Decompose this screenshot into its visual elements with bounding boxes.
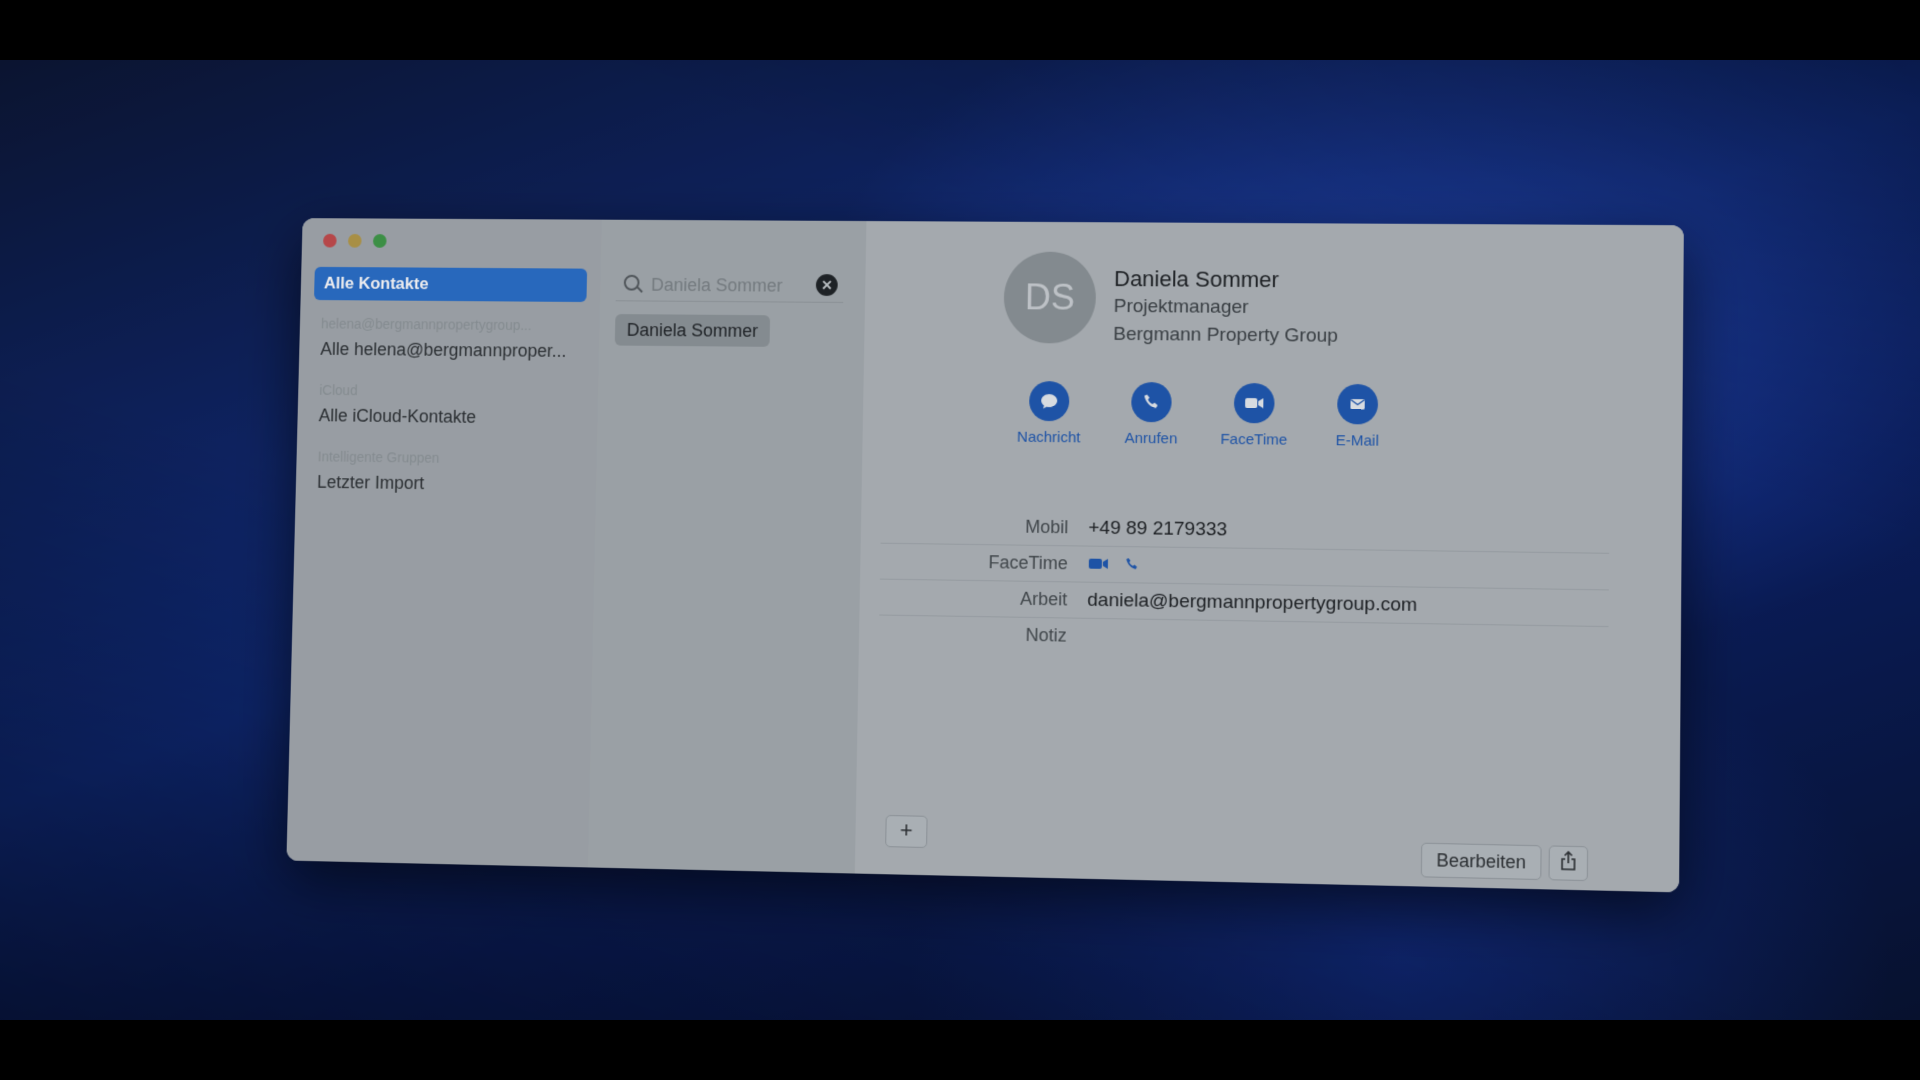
- sidebar-item-icloud-contacts[interactable]: Alle iCloud-Kontakte: [319, 406, 477, 428]
- message-action-label: Nachricht: [1004, 429, 1094, 447]
- contact-list-item[interactable]: Daniela Sommer: [615, 314, 770, 347]
- video-camera-icon: [1234, 383, 1275, 424]
- letterbox-top: [0, 0, 1920, 60]
- search-input[interactable]: [649, 271, 810, 300]
- facetime-video-icon[interactable]: [1088, 556, 1110, 577]
- message-bubble-icon: [1029, 381, 1070, 421]
- contact-list-column: ✕ Daniela Sommer: [588, 220, 867, 874]
- clear-search-button[interactable]: ✕: [816, 274, 838, 296]
- share-button[interactable]: [1549, 845, 1589, 881]
- search-field: ✕: [616, 267, 844, 303]
- email-action-button[interactable]: E-Mail: [1311, 384, 1403, 450]
- avatar: DS: [1003, 252, 1096, 344]
- contacts-window: Alle Kontakte helena@bergmannpropertygro…: [286, 218, 1683, 892]
- contact-name: Daniela Sommer: [1114, 266, 1279, 293]
- close-window-button[interactable]: [323, 234, 337, 248]
- sidebar-item-all-contacts[interactable]: Alle Kontakte: [314, 267, 587, 302]
- phone-icon: [1131, 382, 1172, 422]
- note-label: Notiz: [1025, 625, 1066, 647]
- email-action-label: E-Mail: [1311, 432, 1403, 450]
- facetime-action-label: FaceTime: [1208, 431, 1299, 449]
- contact-company: Bergmann Property Group: [1113, 324, 1338, 348]
- envelope-icon: [1337, 384, 1378, 425]
- sidebar: Alle Kontakte helena@bergmannpropertygro…: [286, 218, 601, 867]
- mobile-value[interactable]: +49 89 2179333: [1088, 518, 1227, 542]
- facetime-label: FaceTime: [988, 552, 1068, 574]
- share-icon: [1560, 850, 1577, 876]
- contact-job-title: Projektmanager: [1114, 296, 1249, 319]
- sidebar-item-last-import[interactable]: Letzter Import: [317, 472, 425, 494]
- sidebar-header-smart-groups: Intelligente Gruppen: [318, 449, 440, 466]
- call-action-button[interactable]: Anrufen: [1106, 382, 1197, 448]
- zoom-window-button[interactable]: [373, 234, 387, 248]
- search-icon: [624, 275, 640, 291]
- call-action-label: Anrufen: [1106, 430, 1197, 448]
- edit-button[interactable]: Bearbeiten: [1421, 843, 1542, 880]
- sidebar-header-account: helena@bergmannpropertygroup...: [321, 316, 532, 333]
- contact-detail-pane: DS Daniela Sommer Projektmanager Bergman…: [855, 221, 1684, 892]
- sidebar-header-icloud: iCloud: [319, 382, 358, 398]
- facetime-action-button[interactable]: FaceTime: [1208, 383, 1300, 449]
- minimize-window-button[interactable]: [348, 234, 362, 248]
- facetime-audio-icon[interactable]: [1124, 556, 1140, 577]
- letterbox-bottom: [0, 1020, 1920, 1080]
- sidebar-item-account-contacts[interactable]: Alle helena@bergmannproper...: [320, 339, 566, 362]
- work-email-value[interactable]: daniela@bergmannpropertygroup.com: [1087, 590, 1417, 617]
- facetime-icons: [1088, 556, 1141, 578]
- add-contact-button[interactable]: +: [885, 815, 927, 848]
- work-email-label: Arbeit: [1020, 589, 1067, 611]
- message-action-button[interactable]: Nachricht: [1004, 381, 1095, 447]
- mobile-label: Mobil: [1025, 517, 1068, 539]
